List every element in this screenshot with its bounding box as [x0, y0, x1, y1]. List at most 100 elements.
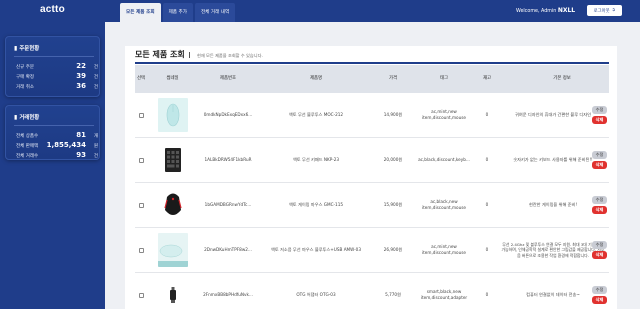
thumbnail-cell — [150, 228, 195, 272]
edit-button[interactable]: 수정 — [592, 106, 607, 114]
info-cell: 귀여운 디자인의 휴대가 간편한 블루 디자인 — [501, 93, 605, 137]
edit-button[interactable]: 수정 — [592, 286, 607, 294]
tab-all-products[interactable]: 모든 제품 조회 — [120, 3, 161, 22]
info: 무선 2.4Ghz 및 블루투스 연결 모두 지원. 최대 3대 기기 연결 가… — [501, 242, 605, 258]
row-checkbox[interactable] — [138, 247, 144, 253]
row-checkbox[interactable] — [138, 112, 144, 118]
product-name: OTG 어댑터 OTG-03 — [296, 292, 336, 298]
card-title: ▮ 주문현황 — [14, 44, 40, 53]
edit-button[interactable]: 수정 — [592, 196, 607, 204]
table-row[interactable]: 2DnwDKuHmTPF8w2... 액토 저소음 무선 마우스 블루투스+US… — [135, 228, 609, 273]
mouse-thumbnail[interactable] — [157, 98, 188, 132]
silent-mouse-thumbnail[interactable] — [157, 233, 188, 267]
product-name-cell: OTG 어댑터 OTG-03 — [261, 273, 371, 309]
stat-row: 전체 거래수 93 건 — [16, 151, 98, 160]
price-cell: 20,000원 — [374, 138, 412, 182]
table-row[interactable]: 2FnmxBB8bPHdfuNvk... OTG 어댑터 OTG-03 5,77… — [135, 273, 609, 309]
logo[interactable]: actto — [40, 4, 65, 15]
card-title-text: 주문현황 — [19, 46, 40, 52]
delete-button[interactable]: 삭제 — [592, 296, 607, 304]
select-cell — [135, 228, 147, 272]
table-row[interactable]: 1bGAMDBGRnwYdTc... 액토 게이밍 마우스 GMC-115 15… — [135, 183, 609, 228]
tags: ac,black,new item,discount,mouse — [422, 199, 466, 210]
stock: 0 — [485, 247, 489, 253]
stock: 0 — [485, 292, 489, 298]
tags-cell: ac,black,discount,keyb... — [415, 138, 473, 182]
table-row[interactable]: 0mdkNpDkExqEDxx6... 액토 무선 블루투스 MOC-212 1… — [135, 93, 609, 138]
edit-button[interactable]: 수정 — [592, 151, 607, 159]
info-cell: 컴퓨터 연결없이 데이터 전송~ — [501, 273, 605, 309]
logout-button[interactable]: 로그아웃 ➲ — [587, 5, 622, 16]
stat-row: 전체 상품수 81 개 — [16, 131, 98, 140]
column-header-product-id: 제품번호 — [219, 76, 237, 81]
tags: ac,mint,new item,discount,mouse — [422, 244, 466, 255]
stat-unit: 건 — [93, 75, 98, 80]
gaming-mouse-thumbnail[interactable] — [157, 188, 188, 222]
column-header-info: 기본 정보 — [553, 76, 571, 81]
delete-button[interactable]: 삭제 — [592, 251, 607, 259]
adapter-thumbnail[interactable] — [157, 278, 188, 309]
row-checkbox[interactable] — [138, 202, 144, 208]
column-header-product-name: 제품명 — [309, 76, 323, 81]
stat-unit: 건 — [93, 85, 98, 90]
stat-value: 39 — [76, 72, 86, 80]
select-cell — [135, 273, 147, 309]
stat-label: 전체 거래수 — [16, 154, 39, 159]
info: 귀여운 디자인의 휴대가 간편한 블루 디자인 — [514, 112, 591, 118]
product-id-cell: 2FnmxBB8bPHdfuNvk... — [198, 273, 258, 309]
product-panel: 모든 제품 조회 현재 모든 제품을 조회할 수 있습니다. 선택 썸네일 제품… — [125, 46, 617, 309]
keypad-thumbnail[interactable] — [157, 143, 188, 177]
table-row[interactable]: 1ALBkDRW54F1kbRuR 액토 무선 키패드 NKP-23 20,00… — [135, 138, 609, 183]
stat-row: 신규 주문 22 건 — [16, 62, 98, 71]
product-id: 2FnmxBB8bPHdfuNvk... — [203, 292, 253, 298]
stat-value: 81 — [76, 131, 86, 139]
tab-bar: 모든 제품 조회 제품 추가 전체 거래 내역 — [120, 3, 237, 22]
price: 14,900원 — [383, 112, 403, 118]
stock: 0 — [485, 112, 489, 118]
thumbnail-cell — [150, 138, 195, 182]
column-header-thumbnail: 썸네일 — [166, 76, 179, 81]
product-name: 액토 무선 키패드 NKP-23 — [292, 157, 340, 163]
row-checkbox[interactable] — [138, 292, 144, 298]
stat-unit: 건 — [93, 65, 98, 70]
thumbnail-cell — [150, 93, 195, 137]
divider — [14, 56, 94, 57]
info: 현란한 게이밍을 위해 준비! — [528, 202, 578, 208]
stat-value: 1,855,434 — [46, 141, 86, 149]
tags: ac,black,discount,keyb... — [418, 157, 470, 163]
price-cell: 26,900원 — [374, 228, 412, 272]
tags: ac,mint,new item,discount,mouse — [422, 109, 466, 120]
delete-button[interactable]: 삭제 — [592, 116, 607, 124]
select-cell — [135, 93, 147, 137]
card-title-text: 거래현황 — [19, 115, 40, 121]
main-content: 모든 제품 조회 현재 모든 제품을 조회할 수 있습니다. 선택 썸네일 제품… — [105, 22, 640, 309]
row-checkbox[interactable] — [138, 157, 144, 163]
thumbnail-cell — [150, 273, 195, 309]
stock: 0 — [485, 157, 489, 163]
product-name-cell: 액토 무선 블루투스 MOC-212 — [261, 93, 371, 137]
welcome-prefix: Welcome, Admin — [516, 9, 557, 14]
column-header-select: 선택 — [136, 76, 146, 81]
edit-button[interactable]: 수정 — [592, 241, 607, 249]
price: 5,770원 — [385, 292, 401, 298]
tags-cell: smart,black,new item,discount,adapter — [415, 273, 473, 309]
stat-unit: 개 — [93, 134, 98, 139]
column-header-tags: 태그 — [439, 76, 449, 81]
logout-icon: ➲ — [611, 8, 616, 13]
delete-button[interactable]: 삭제 — [592, 161, 607, 169]
user-name: NXLL — [557, 7, 576, 14]
info-cell: 무선 2.4Ghz 및 블루투스 연결 모두 지원. 최대 3대 기기 연결 가… — [501, 228, 605, 272]
title-divider — [189, 52, 190, 58]
stock-cell: 0 — [476, 273, 498, 309]
price-cell: 15,900원 — [374, 183, 412, 227]
price-cell: 14,900원 — [374, 93, 412, 137]
price-cell: 5,770원 — [374, 273, 412, 309]
tab-all-transactions[interactable]: 전체 거래 내역 — [194, 3, 236, 22]
document-icon: ▮ — [14, 44, 18, 52]
delete-button[interactable]: 삭제 — [592, 206, 607, 214]
stock-cell: 0 — [476, 138, 498, 182]
tab-add-product[interactable]: 제품 추가 — [162, 3, 193, 22]
product-name: 액토 저소음 무선 마우스 블루투스+USB AMW-03 — [271, 247, 361, 253]
card-title: ▮ 거래현황 — [14, 113, 40, 122]
welcome-text: Welcome, Admin NXLL — [516, 7, 575, 14]
